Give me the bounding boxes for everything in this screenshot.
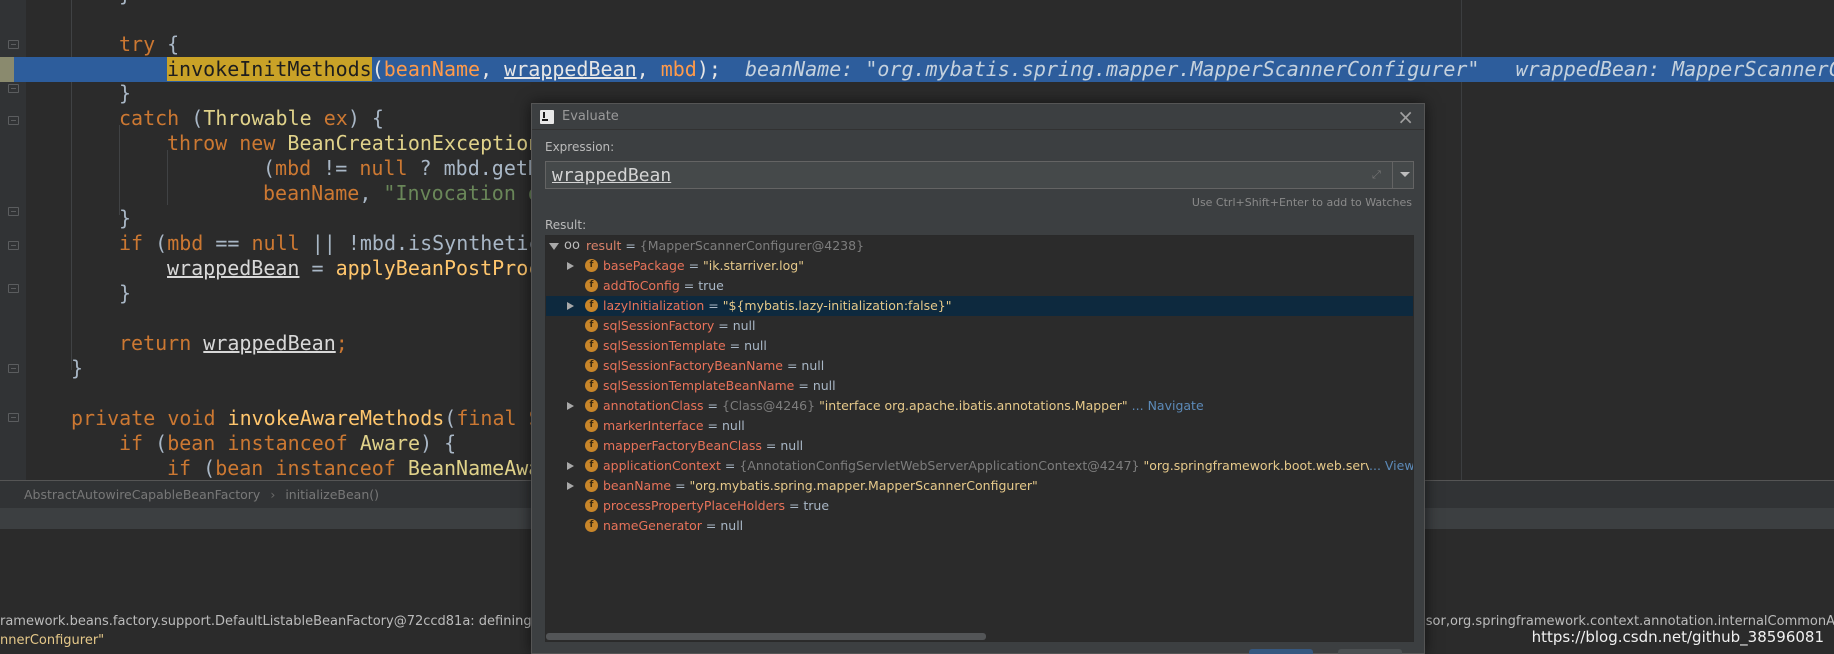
- field-icon: f: [585, 439, 598, 452]
- expand-arrow-icon[interactable]: [567, 462, 574, 470]
- tree-row-selected[interactable]: f lazyInitialization = "${mybatis.lazy-i…: [546, 296, 1413, 316]
- field-icon: f: [585, 299, 598, 312]
- field-icon: f: [585, 359, 598, 372]
- console-line: ramework.beans.factory.support.DefaultLi…: [0, 614, 606, 629]
- field-icon: f: [585, 419, 598, 432]
- dialog-title-bar[interactable]: Evaluate ×: [532, 104, 1424, 130]
- breadcrumb-class[interactable]: AbstractAutowireCapableBeanFactory: [24, 487, 260, 502]
- result-tree[interactable]: oo result = {MapperScannerConfigurer@423…: [545, 235, 1414, 642]
- field-icon: f: [585, 399, 598, 412]
- close-icon[interactable]: ×: [1397, 106, 1414, 128]
- horizontal-scrollbar[interactable]: [546, 633, 986, 640]
- expand-arrow-icon[interactable]: [567, 302, 574, 310]
- field-icon: f: [585, 499, 598, 512]
- code-line: }: [0, 0, 1834, 7]
- expand-icon[interactable]: ⤢: [1372, 168, 1385, 181]
- view-link[interactable]: ... View: [1369, 456, 1413, 476]
- breadcrumb-separator: ›: [270, 487, 276, 502]
- field-icon: f: [585, 279, 598, 292]
- field-icon: f: [585, 339, 598, 352]
- history-dropdown-button[interactable]: [1392, 161, 1415, 189]
- tree-root-row[interactable]: oo result = {MapperScannerConfigurer@423…: [546, 236, 1413, 256]
- expand-arrow-icon[interactable]: [567, 402, 574, 410]
- code-line: try {: [119, 32, 180, 56]
- expression-label: Expression:: [545, 140, 615, 154]
- watch-icon: oo: [564, 238, 580, 253]
- evaluate-button[interactable]: [1249, 649, 1313, 654]
- tree-row[interactable]: f sqlSessionTemplateBeanName = null: [546, 376, 1413, 396]
- tree-row[interactable]: f sqlSessionFactory = null: [546, 316, 1413, 336]
- result-label: Result:: [545, 218, 587, 232]
- expression-input[interactable]: [552, 163, 1352, 187]
- tree-row[interactable]: f beanName = "org.mybatis.spring.mapper.…: [546, 476, 1413, 496]
- field-icon: f: [585, 479, 598, 492]
- expand-arrow-icon[interactable]: [567, 482, 574, 490]
- execution-point-marker: [0, 57, 14, 82]
- tree-row[interactable]: f applicationContext = {AnnotationConfig…: [546, 456, 1413, 476]
- tree-row[interactable]: f sqlSessionFactoryBeanName = null: [546, 356, 1413, 376]
- field-icon: f: [585, 319, 598, 332]
- tree-row[interactable]: f markerInterface = null: [546, 416, 1413, 436]
- evaluate-dialog: Evaluate × Expression: ⤢ Use Ctrl+Shift+…: [531, 103, 1425, 654]
- field-icon: f: [585, 519, 598, 532]
- intellij-logo-icon: [540, 110, 554, 124]
- tree-row[interactable]: f processPropertyPlaceHolders = true: [546, 496, 1413, 516]
- tree-row[interactable]: f sqlSessionTemplate = null: [546, 336, 1413, 356]
- current-execution-line: invokeInitMethods(beanName, wrappedBean,…: [0, 57, 1834, 82]
- breadcrumb-method[interactable]: initializeBean(): [285, 487, 379, 502]
- inline-debug-values: beanName: "org.mybatis.spring.mapper.Map…: [744, 57, 1834, 81]
- console-line: essor,org.springframework.context.annota…: [1411, 614, 1834, 629]
- expand-arrow-icon[interactable]: [549, 243, 559, 250]
- console-line: nnerConfigurer": [0, 633, 105, 648]
- tree-row[interactable]: f annotationClass = {Class@4246} "interf…: [546, 396, 1413, 416]
- close-button[interactable]: [1338, 649, 1402, 654]
- expression-box: ⤢: [545, 161, 1414, 189]
- watermark: https://blog.csdn.net/github_38596081: [1531, 628, 1824, 646]
- field-icon: f: [585, 379, 598, 392]
- field-icon: f: [585, 459, 598, 472]
- watches-hint: Use Ctrl+Shift+Enter to add to Watches: [1191, 196, 1412, 209]
- method-call[interactable]: invokeInitMethods: [167, 57, 372, 81]
- tree-row[interactable]: f mapperFactoryBeanClass = null: [546, 436, 1413, 456]
- tree-row[interactable]: f addToConfig = true: [546, 276, 1413, 296]
- tree-row[interactable]: f basePackage = "ik.starriver.log": [546, 256, 1413, 276]
- navigate-link[interactable]: ... Navigate: [1132, 398, 1204, 413]
- field-icon: f: [585, 259, 598, 272]
- expand-arrow-icon[interactable]: [567, 262, 574, 270]
- tree-row[interactable]: f nameGenerator = null: [546, 516, 1413, 536]
- dialog-title: Evaluate: [562, 109, 619, 124]
